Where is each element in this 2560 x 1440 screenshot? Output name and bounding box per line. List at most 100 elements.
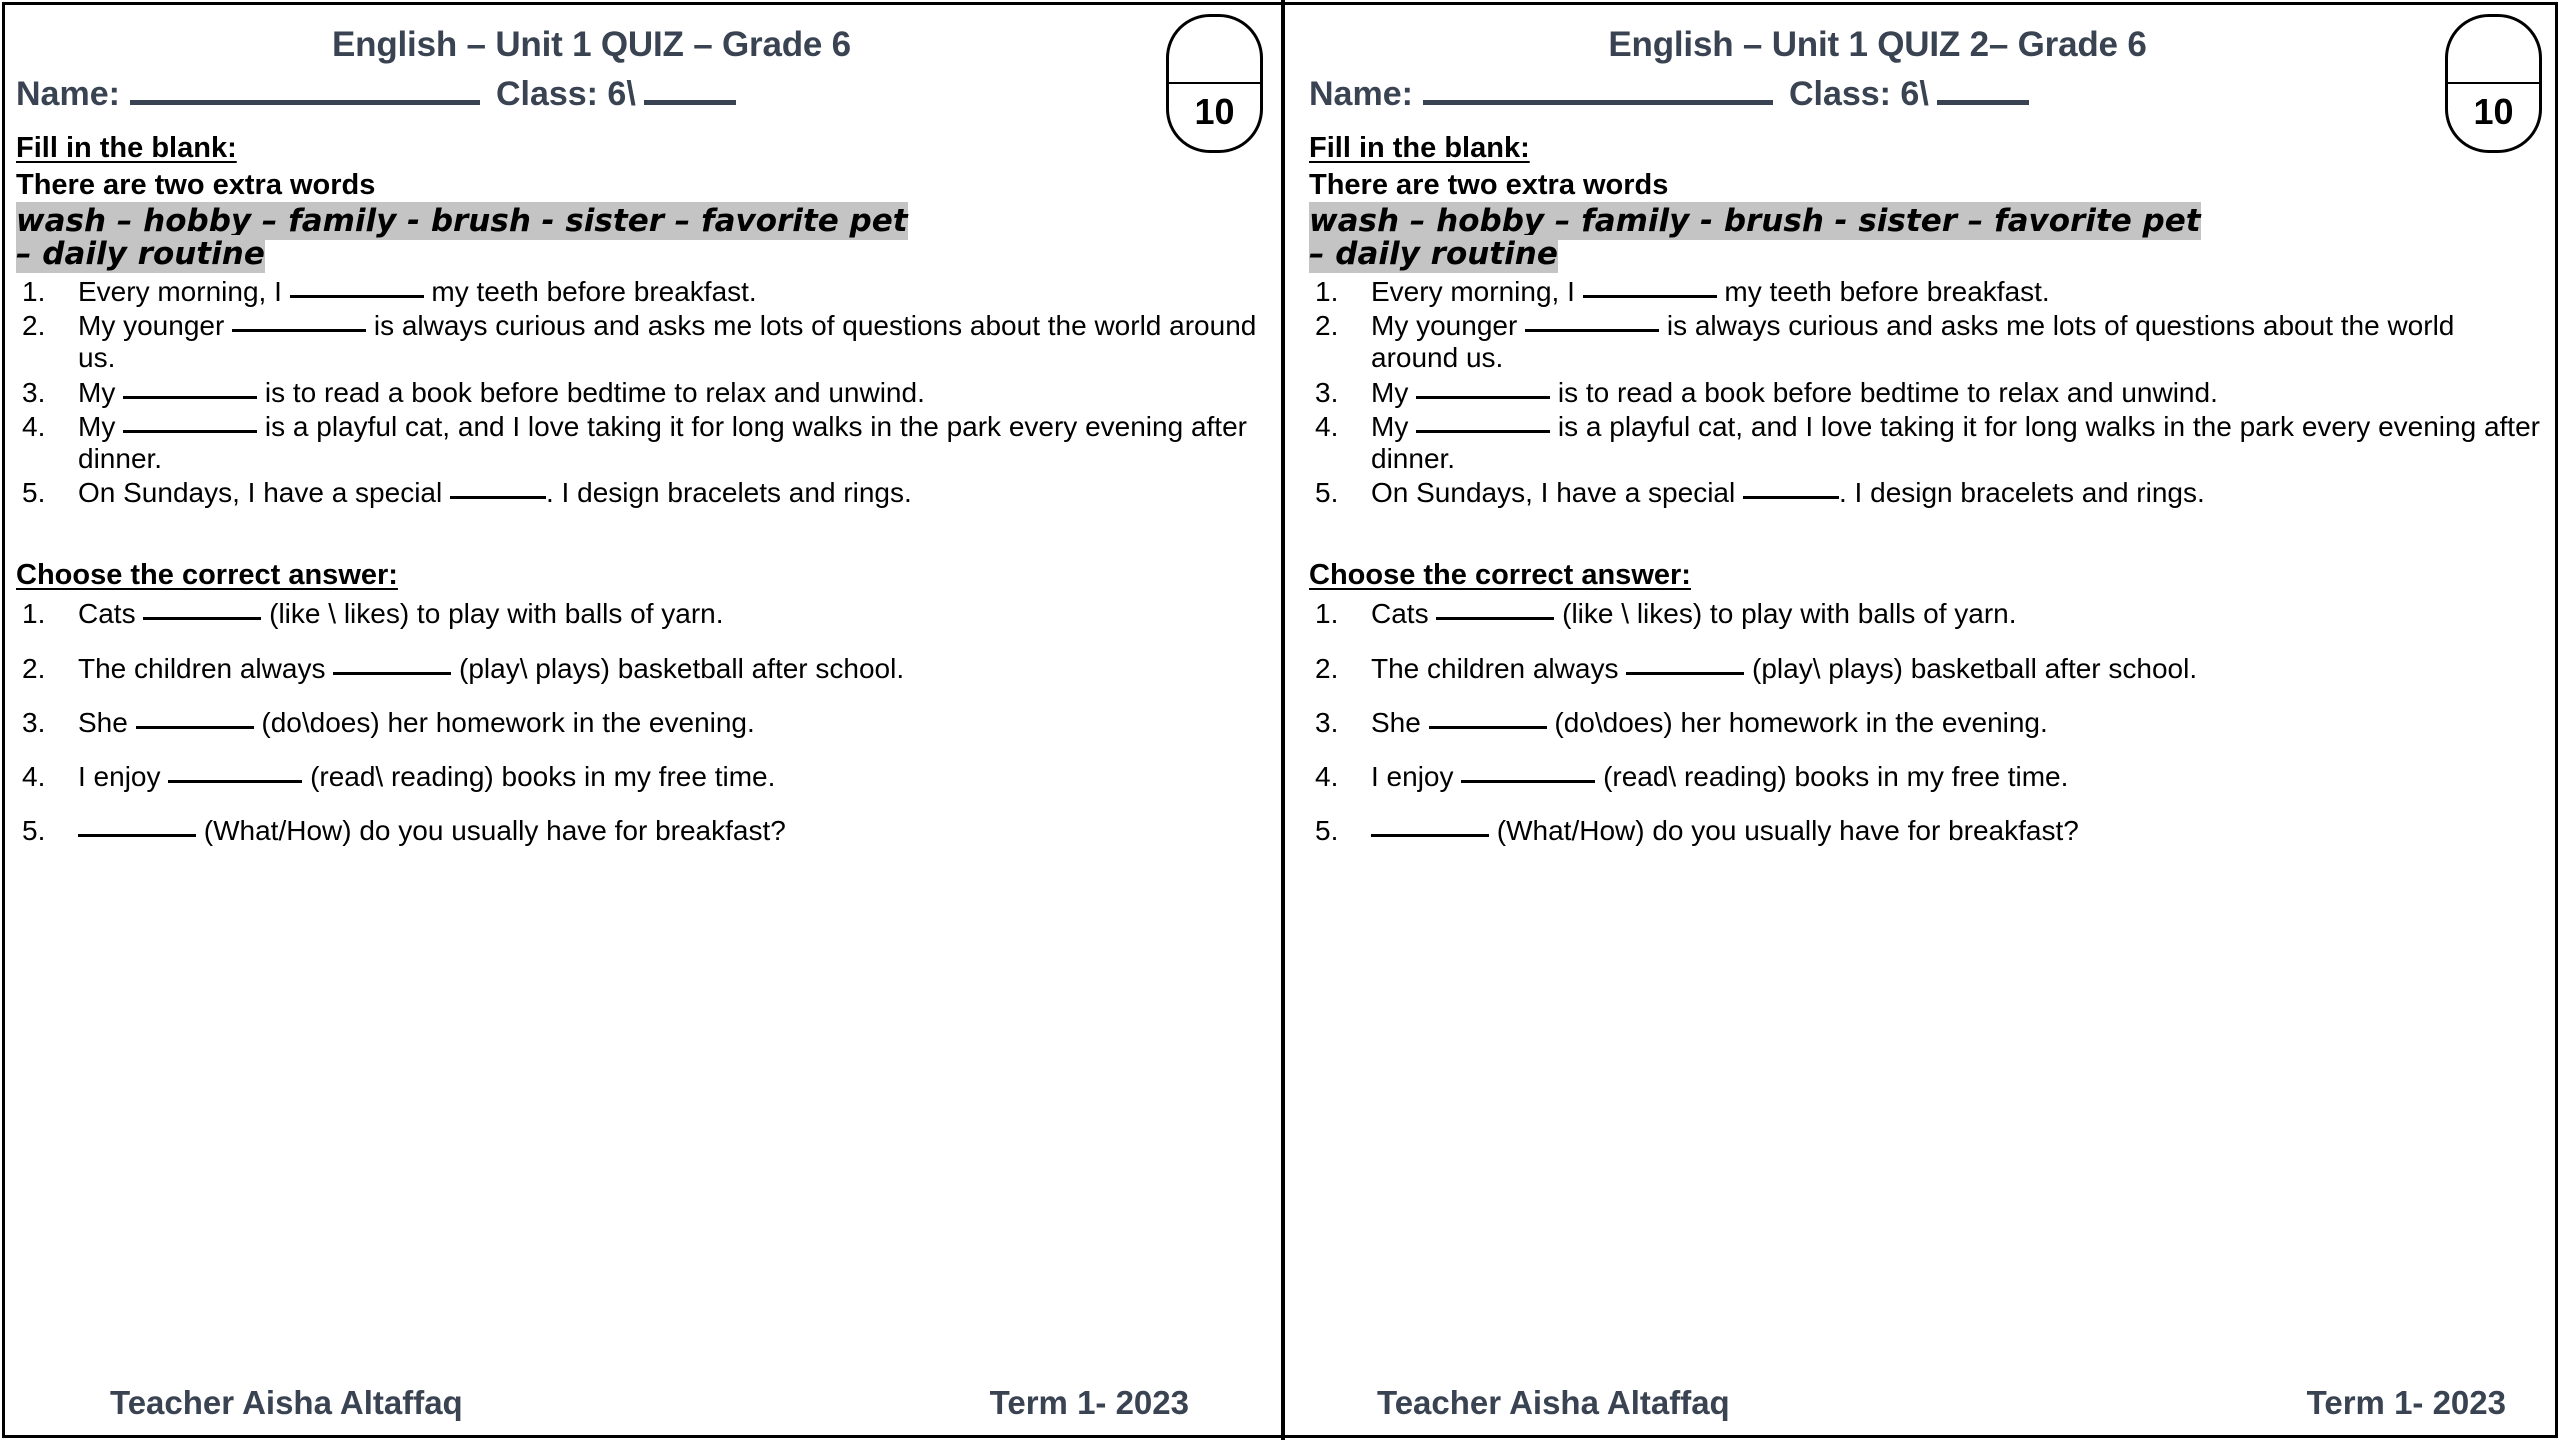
word-bank: wash – hobby – family - brush - sister –… bbox=[1309, 202, 2546, 273]
list-item: 4. My is a playful cat, and I love taking… bbox=[16, 411, 1267, 475]
item-number: 4. bbox=[22, 410, 46, 442]
fill-in-blank-question-list: 1. Every morning, I my teeth before break… bbox=[16, 276, 1267, 509]
answer-blank[interactable] bbox=[1525, 329, 1660, 333]
item-number: 2. bbox=[22, 310, 46, 342]
worksheet-page: English – Unit 1 QUIZ – Grade 6 Name: Cl… bbox=[0, 0, 2560, 1440]
extra-words-note: There are two extra words bbox=[1309, 169, 1669, 201]
word-bank-line-2: – daily routine bbox=[1309, 234, 1558, 273]
item-number: 1. bbox=[22, 276, 46, 308]
answer-blank[interactable] bbox=[1416, 429, 1551, 433]
list-item: 1. Cats (like \ likes) to play with balls… bbox=[1309, 598, 2546, 630]
list-item: 5. (What/How) do you usually have for br… bbox=[16, 815, 1267, 847]
name-input-rule[interactable] bbox=[1422, 99, 1773, 105]
term-label: Term 1- 2023 bbox=[2306, 1384, 2506, 1421]
item-number: 4. bbox=[1315, 410, 1339, 442]
answer-blank[interactable] bbox=[1743, 496, 1839, 500]
item-text-after: my teeth before breakfast. bbox=[1724, 276, 2050, 308]
list-item: 5. On Sundays, I have a special . I desig… bbox=[16, 477, 1267, 509]
answer-blank[interactable] bbox=[1461, 779, 1596, 783]
item-number: 5. bbox=[1315, 477, 1339, 509]
fill-in-blank-heading: Fill in the blank: bbox=[1309, 132, 1530, 164]
answer-blank[interactable] bbox=[123, 429, 258, 433]
answer-blank[interactable] bbox=[1626, 671, 1745, 675]
item-text-after: . I design bracelets and rings. bbox=[1839, 477, 2205, 509]
item-text-before: On Sundays, I have a special bbox=[1371, 477, 1736, 509]
list-item: 4. I enjoy (read\ reading) books in my fr… bbox=[1309, 761, 2546, 793]
answer-blank[interactable] bbox=[78, 834, 196, 838]
page-title: English – Unit 1 QUIZ – Grade 6 bbox=[332, 25, 851, 64]
panel-header: English – Unit 1 QUIZ 2– Grade 6 Name: C… bbox=[1309, 8, 2546, 153]
class-input-rule[interactable] bbox=[643, 99, 736, 105]
answer-blank[interactable] bbox=[289, 295, 424, 299]
item-text-after: is a playful cat, and I love taking it f… bbox=[78, 410, 1247, 475]
choose-answer-heading: Choose the correct answer: bbox=[1309, 559, 1691, 592]
name-label: Name: bbox=[16, 74, 120, 113]
score-entry-area[interactable] bbox=[1169, 17, 1260, 84]
word-bank: wash – hobby – family - brush - sister –… bbox=[16, 202, 1267, 273]
answer-blank[interactable] bbox=[450, 496, 546, 500]
choose-answer-heading: Choose the correct answer: bbox=[16, 559, 398, 592]
class-input-rule[interactable] bbox=[1936, 99, 2029, 105]
panel-footer: Teacher Aisha Altaffaq Term 1- 2023 bbox=[0, 1384, 1267, 1422]
answer-blank[interactable] bbox=[1582, 295, 1717, 299]
item-text-after: (play\ plays) basketball after school. bbox=[459, 652, 905, 684]
panel-footer: Teacher Aisha Altaffaq Term 1- 2023 bbox=[1285, 1384, 2546, 1422]
item-text-after: (like \ likes) to play with balls of yar… bbox=[269, 598, 724, 630]
item-text-after: is to read a book before bedtime to rela… bbox=[1557, 376, 2218, 408]
list-item: 2. The children always (play\ plays) bask… bbox=[16, 653, 1267, 685]
item-text-after: (read\ reading) books in my free time. bbox=[310, 760, 776, 792]
item-text-before: Cats bbox=[1371, 598, 1429, 630]
item-text-before: The children always bbox=[78, 652, 326, 684]
item-text-before: Every morning, I bbox=[1371, 276, 1575, 308]
answer-blank[interactable] bbox=[1416, 395, 1551, 399]
item-text-before: She bbox=[78, 706, 128, 738]
item-text-after: my teeth before breakfast. bbox=[431, 276, 757, 308]
list-item: 4. My is a playful cat, and I love taking… bbox=[1309, 411, 2546, 475]
list-item: 5. On Sundays, I have a special . I desig… bbox=[1309, 477, 2546, 509]
list-item: 3. She (do\does) her homework in the even… bbox=[1309, 707, 2546, 739]
list-item: 2. My younger is always curious and asks … bbox=[1309, 310, 2546, 374]
answer-blank[interactable] bbox=[1428, 725, 1547, 729]
item-text-before: Every morning, I bbox=[78, 276, 282, 308]
score-entry-area[interactable] bbox=[2448, 17, 2539, 84]
list-item: 3. My is to read a book before bedtime to… bbox=[16, 377, 1267, 409]
answer-blank[interactable] bbox=[1371, 834, 1489, 838]
item-text-before: My younger bbox=[78, 310, 225, 342]
list-item: 5. (What/How) do you usually have for br… bbox=[1309, 815, 2546, 847]
list-item: 1. Every morning, I my teeth before break… bbox=[1309, 276, 2546, 308]
list-item: 3. She (do\does) her homework in the even… bbox=[16, 707, 1267, 739]
answer-blank[interactable] bbox=[123, 395, 258, 399]
item-text-before: I enjoy bbox=[1371, 760, 1454, 792]
quiz-panel-left: English – Unit 1 QUIZ – Grade 6 Name: Cl… bbox=[0, 0, 1281, 1440]
item-text-after: (What/How) do you usually have for break… bbox=[1496, 815, 2079, 847]
item-text-before: My younger bbox=[1371, 310, 1518, 342]
item-number: 5. bbox=[1315, 815, 1339, 847]
list-item: 4. I enjoy (read\ reading) books in my fr… bbox=[16, 761, 1267, 793]
class-label: Class: 6\ bbox=[495, 74, 636, 113]
item-number: 3. bbox=[22, 376, 46, 408]
item-text-after: is always curious and asks me lots of qu… bbox=[78, 310, 1257, 374]
answer-blank[interactable] bbox=[333, 671, 452, 675]
list-item: 3. My is to read a book before bedtime to… bbox=[1309, 377, 2546, 409]
fill-in-blank-question-list: 1. Every morning, I my teeth before break… bbox=[1309, 276, 2546, 509]
item-number: 1. bbox=[22, 598, 46, 630]
choose-answer-question-list: 1. Cats (like \ likes) to play with balls… bbox=[1309, 598, 2546, 847]
answer-blank[interactable] bbox=[135, 725, 254, 729]
item-number: 3. bbox=[22, 706, 46, 738]
answer-blank[interactable] bbox=[1436, 617, 1555, 621]
item-text-after: is a playful cat, and I love taking it f… bbox=[1371, 410, 2540, 475]
item-number: 1. bbox=[1315, 276, 1339, 308]
teacher-name: Teacher Aisha Altaffaq bbox=[110, 1384, 463, 1421]
item-number: 1. bbox=[1315, 598, 1339, 630]
item-text-before: On Sundays, I have a special bbox=[78, 477, 443, 509]
answer-blank[interactable] bbox=[232, 329, 367, 333]
answer-blank[interactable] bbox=[168, 779, 303, 783]
extra-words-note: There are two extra words bbox=[16, 169, 376, 201]
answer-blank[interactable] bbox=[143, 617, 262, 621]
item-text-after: (play\ plays) basketball after school. bbox=[1752, 652, 2198, 684]
item-text-after: (read\ reading) books in my free time. bbox=[1603, 760, 2069, 792]
item-text-after: (do\does) her homework in the evening. bbox=[261, 706, 755, 738]
name-input-rule[interactable] bbox=[129, 99, 480, 105]
item-number: 5. bbox=[22, 815, 46, 847]
name-class-line: Name: Class: 6\ bbox=[16, 75, 1267, 114]
